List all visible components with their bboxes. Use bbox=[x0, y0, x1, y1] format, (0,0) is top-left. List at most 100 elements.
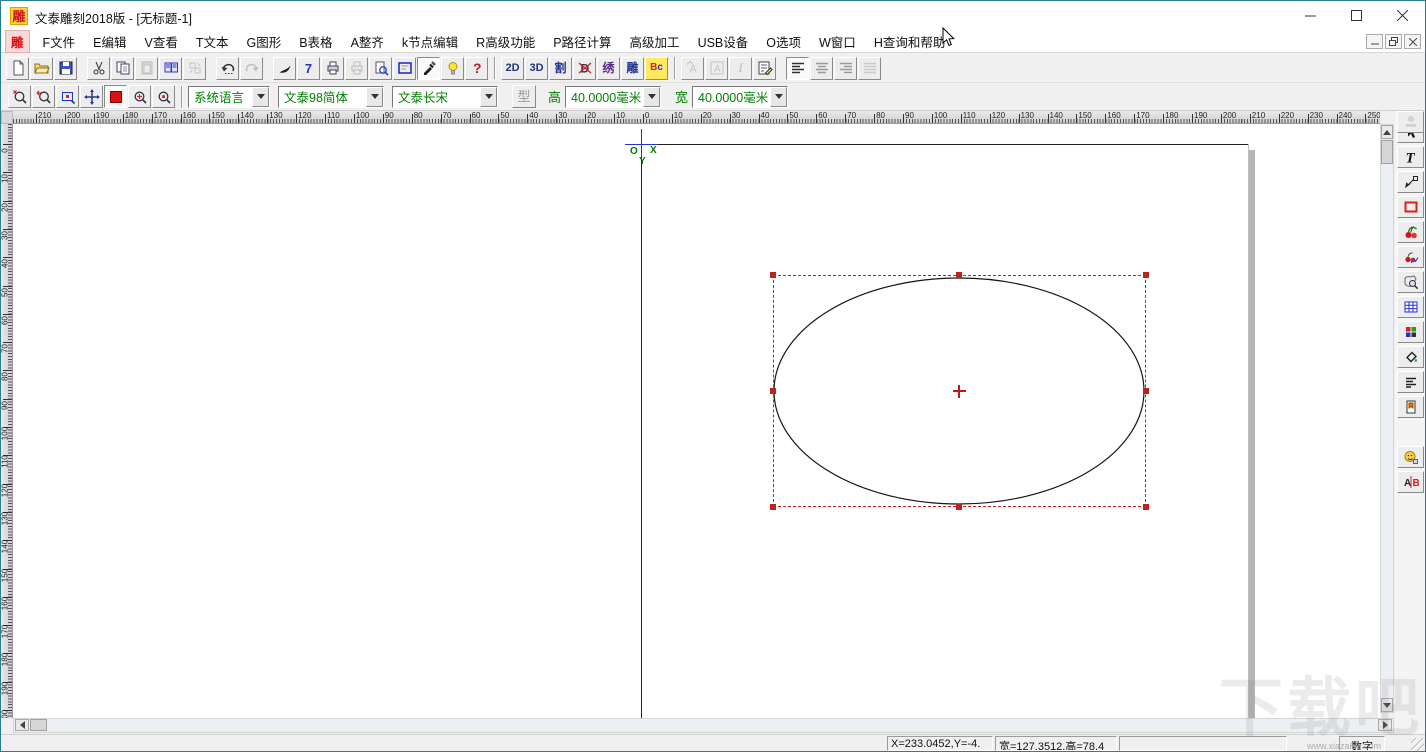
text-box-button[interactable]: A bbox=[705, 57, 728, 80]
open-button[interactable] bbox=[30, 57, 53, 80]
no-draft-button[interactable]: D bbox=[573, 57, 596, 80]
type-button[interactable]: 型 bbox=[512, 85, 536, 108]
font-primary-dropdown-button[interactable] bbox=[366, 87, 383, 107]
align-center-button[interactable] bbox=[810, 57, 833, 80]
bulb-button[interactable] bbox=[441, 57, 464, 80]
stamp-tool-button[interactable] bbox=[1397, 111, 1424, 133]
zoom-previous-button[interactable] bbox=[32, 85, 55, 108]
selection-center-cross[interactable] bbox=[958, 385, 960, 398]
menu-item-13[interactable]: O选项 bbox=[757, 30, 810, 53]
maximize-button[interactable] bbox=[1333, 1, 1379, 30]
node-edit-tool-button[interactable] bbox=[1397, 171, 1424, 193]
menu-item-4[interactable]: T文本 bbox=[187, 30, 238, 53]
kerning-tool-button[interactable]: AB bbox=[1397, 471, 1424, 493]
menu-item-11[interactable]: 高级加工 bbox=[621, 30, 689, 53]
undo-button[interactable] bbox=[216, 57, 239, 80]
eyedropper-button[interactable] bbox=[417, 57, 440, 80]
mdi-restore-button[interactable] bbox=[1385, 34, 1402, 49]
text-edit-button[interactable] bbox=[753, 57, 776, 80]
resize-grip[interactable] bbox=[1411, 738, 1424, 751]
menu-item-7[interactable]: A整齐 bbox=[342, 30, 393, 53]
paste-button[interactable] bbox=[135, 57, 158, 80]
text-transform-button[interactable]: A bbox=[681, 57, 704, 80]
mdi-minimize-button[interactable] bbox=[1366, 34, 1383, 49]
save-button[interactable] bbox=[54, 57, 77, 80]
pan-button[interactable] bbox=[80, 85, 103, 108]
fill-tool-button[interactable] bbox=[1397, 346, 1424, 368]
color-blocks-tool-button[interactable] bbox=[1397, 321, 1424, 343]
align-right-button[interactable] bbox=[834, 57, 857, 80]
zoom-in-button[interactable] bbox=[128, 85, 151, 108]
vertical-scroll-thumb[interactable] bbox=[1381, 140, 1393, 164]
menu-item-8[interactable]: k节点编辑 bbox=[393, 30, 467, 53]
selection-handle[interactable] bbox=[770, 504, 776, 510]
menu-item-14[interactable]: W窗口 bbox=[810, 30, 865, 53]
text-tool-button[interactable]: T bbox=[1397, 146, 1424, 168]
clipart-edit-tool-button[interactable] bbox=[1397, 246, 1424, 268]
align-left-button[interactable] bbox=[786, 57, 809, 80]
duplicate-button[interactable] bbox=[159, 57, 182, 80]
font-primary-select[interactable]: 文泰98简体 bbox=[278, 86, 384, 108]
mirror-button[interactable] bbox=[273, 57, 296, 80]
shape-zoom-tool-button[interactable] bbox=[1397, 271, 1424, 293]
page-flag-tool-button[interactable] bbox=[1397, 396, 1424, 418]
close-button[interactable] bbox=[1379, 1, 1425, 30]
align-justify-button[interactable] bbox=[858, 57, 881, 80]
print-button[interactable] bbox=[321, 57, 344, 80]
embroidery-button[interactable]: 绣 bbox=[597, 57, 620, 80]
menu-item-2[interactable]: E编辑 bbox=[84, 30, 135, 53]
selection-handle[interactable] bbox=[1143, 272, 1149, 278]
language-dropdown-button[interactable] bbox=[252, 87, 269, 107]
cut-button[interactable] bbox=[87, 57, 110, 80]
menu-item-5[interactable]: G图形 bbox=[237, 30, 290, 53]
zoom-out-button[interactable] bbox=[8, 85, 31, 108]
clone-button[interactable] bbox=[183, 57, 206, 80]
selection-handle[interactable] bbox=[956, 504, 962, 510]
selection-handle[interactable] bbox=[770, 388, 776, 394]
scroll-right-button[interactable] bbox=[1378, 719, 1392, 731]
scroll-up-button[interactable] bbox=[1381, 125, 1393, 139]
height-select[interactable]: 40.0000毫米 bbox=[565, 86, 661, 108]
table-tool-button[interactable] bbox=[1397, 296, 1424, 318]
portrait-tool-button[interactable] bbox=[1397, 446, 1424, 468]
print-setup-button[interactable] bbox=[345, 57, 368, 80]
selection-handle[interactable] bbox=[1143, 388, 1149, 394]
font-secondary-dropdown-button[interactable] bbox=[480, 87, 497, 107]
copy-button[interactable] bbox=[111, 57, 134, 80]
scroll-down-button[interactable] bbox=[1381, 698, 1393, 712]
width-dropdown-button[interactable] bbox=[770, 87, 787, 107]
menu-item-1[interactable]: F文件 bbox=[34, 30, 85, 53]
menu-item-9[interactable]: R高级功能 bbox=[467, 30, 544, 53]
font-secondary-select[interactable]: 文泰长宋 bbox=[392, 86, 498, 108]
minimize-button[interactable] bbox=[1287, 1, 1333, 30]
drawing-canvas[interactable]: O X Y bbox=[13, 124, 1380, 718]
ellipse-shape[interactable] bbox=[13, 124, 1380, 718]
selection-handle[interactable] bbox=[956, 272, 962, 278]
width-select[interactable]: 40.0000毫米 bbox=[692, 86, 788, 108]
frame-button[interactable] bbox=[393, 57, 416, 80]
vertical-scrollbar[interactable] bbox=[1380, 124, 1394, 713]
selection-handle[interactable] bbox=[1143, 504, 1149, 510]
help-button[interactable]: ? bbox=[465, 57, 488, 80]
height-dropdown-button[interactable] bbox=[643, 87, 660, 107]
language-select[interactable]: 系统语言 bbox=[188, 86, 270, 108]
preview-button[interactable] bbox=[369, 57, 392, 80]
menu-item-6[interactable]: B表格 bbox=[290, 30, 341, 53]
redo-button[interactable] bbox=[240, 57, 263, 80]
shear-button[interactable]: 7 bbox=[297, 57, 320, 80]
italic-button[interactable]: I bbox=[729, 57, 752, 80]
menu-item-15[interactable]: H查询和帮助 bbox=[865, 30, 955, 53]
scroll-left-button[interactable] bbox=[15, 719, 29, 731]
menu-item-10[interactable]: P路径计算 bbox=[544, 30, 620, 53]
engrave-button[interactable]: 雕 bbox=[621, 57, 644, 80]
horizontal-scrollbar[interactable] bbox=[13, 718, 1394, 733]
new-button[interactable] bbox=[6, 57, 29, 80]
cutting-button[interactable]: 割 bbox=[549, 57, 572, 80]
menu-item-3[interactable]: V查看 bbox=[136, 30, 187, 53]
menu-item-12[interactable]: USB设备 bbox=[689, 30, 758, 53]
view-2d-button[interactable]: 2D bbox=[501, 57, 524, 80]
zoom-selection-button[interactable] bbox=[56, 85, 79, 108]
mdi-close-button[interactable] bbox=[1404, 34, 1421, 49]
zoom-object-button[interactable] bbox=[152, 85, 175, 108]
clipart-tool-button[interactable] bbox=[1397, 221, 1424, 243]
